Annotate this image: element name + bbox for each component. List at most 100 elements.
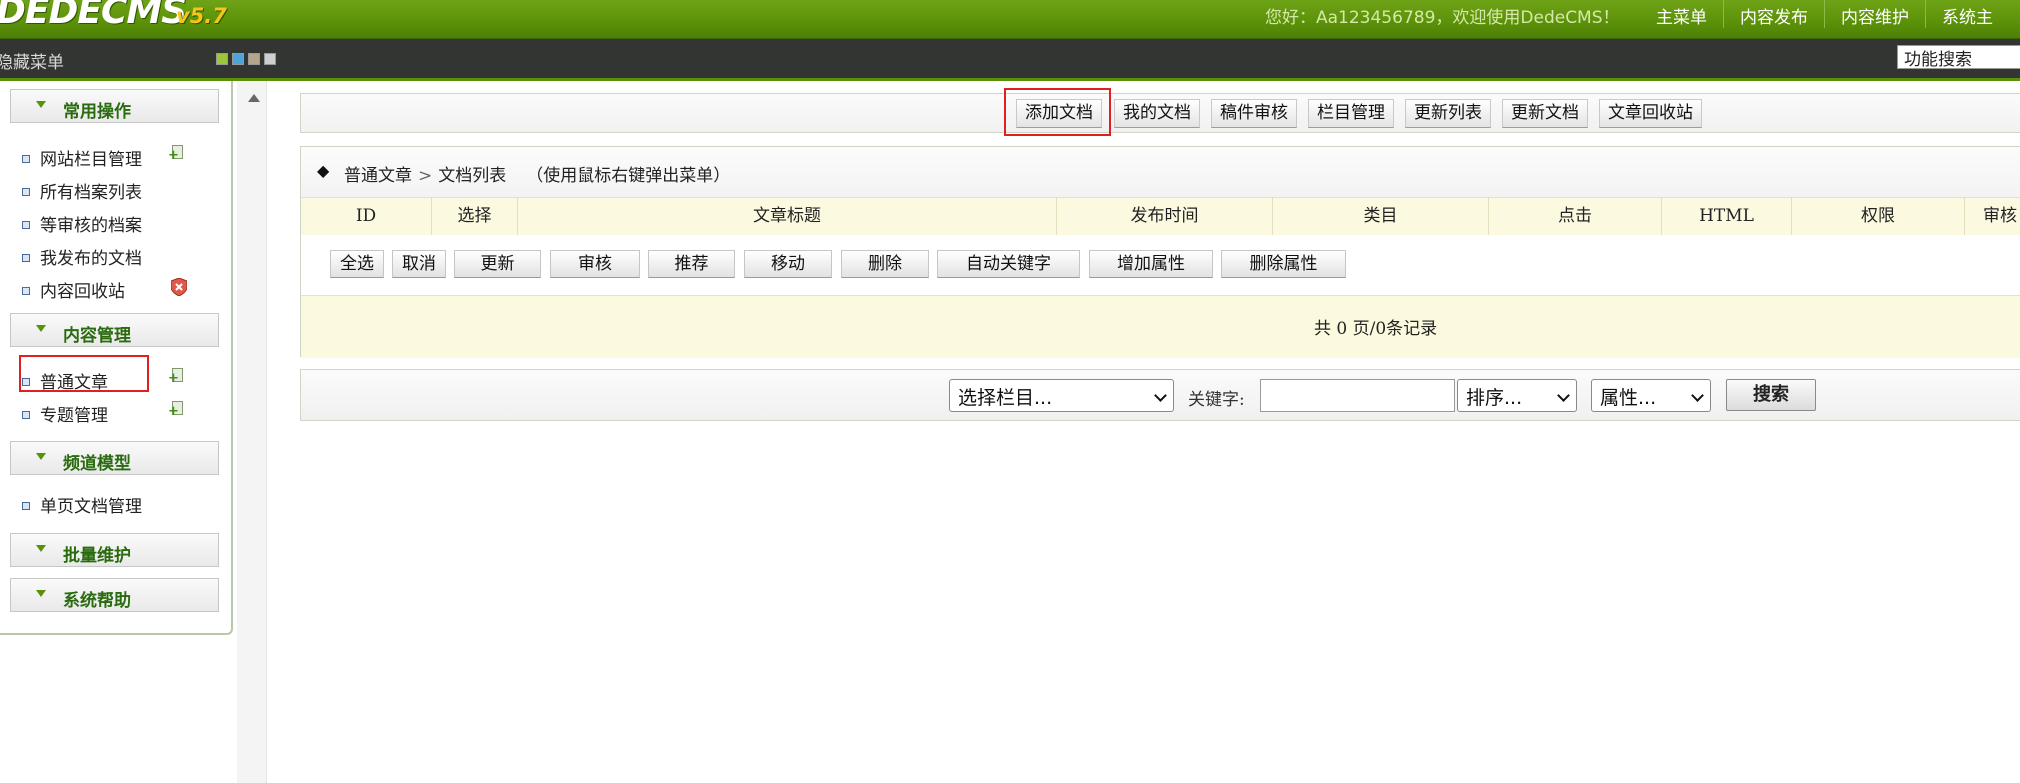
sidebar-item-recycle-bin[interactable]: 内容回收站 [22,277,125,302]
col-review: 审核 [1965,198,2020,235]
chevron-down-icon [36,545,46,552]
sidebar-item-label: 等审核的档案 [40,216,142,236]
diamond-icon: ◆ [317,161,330,180]
sidebar-item-all-archives[interactable]: 所有档案列表 [22,178,142,203]
chevron-down-icon [36,453,46,460]
col-clicks: 点击 [1489,198,1662,235]
pagination-summary: 共 0 页/0条记录 [1314,319,1438,339]
sidebar-group-label: 频道模型 [63,454,131,474]
skin-green-icon[interactable] [216,53,228,65]
shield-icon[interactable] [171,278,187,296]
chevron-down-icon [36,590,46,597]
add-icon[interactable]: + [168,401,184,418]
welcome-message: 您好：Aa123456789，欢迎使用DedeCMS！ [1265,8,1620,28]
breadcrumb-separator: > [418,166,433,186]
update-button[interactable]: 更新 [454,250,541,278]
top-header: DEDECMS v5.7 您好：Aa123456789，欢迎使用DedeCMS！… [0,0,2020,39]
update-document-button[interactable]: 更新文档 [1502,99,1588,128]
sidebar-group-label: 常用操作 [63,102,131,122]
col-permission: 权限 [1792,198,1965,235]
category-select[interactable]: 选择栏目... [949,379,1174,412]
dedecms-logo: DEDECMS [0,0,187,32]
add-icon[interactable]: + [168,145,184,162]
keyword-label: 关键字: [1188,390,1245,410]
hide-menu-link[interactable]: 隐藏菜单 [0,48,64,73]
sidebar-item-label: 我发布的文档 [40,249,142,269]
my-documents-button[interactable]: 我的文档 [1114,99,1200,128]
sidebar-group-label: 系统帮助 [63,591,131,611]
select-all-button[interactable]: 全选 [330,250,384,278]
col-publish-time: 发布时间 [1057,198,1273,235]
manuscript-review-button[interactable]: 稿件审核 [1211,99,1297,128]
remove-attribute-button[interactable]: 删除属性 [1221,250,1346,278]
search-button[interactable]: 搜索 [1726,379,1816,411]
sidebar-item-single-page[interactable]: 单页文档管理 [22,492,142,517]
collapse-up-icon[interactable] [248,94,260,102]
sidebar-item-site-columns[interactable]: 网站栏目管理 [22,145,142,170]
bullet-icon [22,154,30,163]
chevron-down-icon [36,325,46,332]
sub-toolbar: 隐藏菜单 [0,39,2020,81]
skin-brown-icon[interactable] [248,53,260,65]
sidebar-group-channel-model[interactable]: 频道模型 [10,441,219,475]
bullet-icon [22,501,30,510]
order-select-value: 排序... [1466,387,1523,409]
sidebar-item-label: 单页文档管理 [40,497,142,517]
review-button[interactable]: 审核 [550,250,640,278]
sidebar-item-pending-archives[interactable]: 等审核的档案 [22,211,142,236]
skin-blue-icon[interactable] [232,53,244,65]
recommend-button[interactable]: 推荐 [648,250,735,278]
logo-version: v5.7 [176,4,227,28]
sidebar-item-label: 网站栏目管理 [40,150,142,170]
chevron-down-icon [1557,389,1570,402]
top-nav: 主菜单 内容发布 内容维护 系统主 [1640,0,2009,28]
breadcrumb-leaf: 文档列表 [438,166,507,186]
keyword-input[interactable] [1260,379,1455,412]
chevron-down-icon [1691,389,1704,402]
top-nav-main-menu[interactable]: 主菜单 [1640,0,1723,28]
sidebar-item-topic-mgmt[interactable]: 专题管理 [22,401,108,426]
sidebar-item-label: 内容回收站 [40,282,125,302]
col-id: ID [301,198,432,235]
sidebar-group-batch-maintain[interactable]: 批量维护 [10,533,219,567]
move-button[interactable]: 移动 [744,250,832,278]
breadcrumb-root[interactable]: 普通文章 [344,166,412,186]
top-nav-content-publish[interactable]: 内容发布 [1723,0,1824,28]
col-category: 类目 [1273,198,1489,235]
context-menu-hint: （使用鼠标右键弹出菜单） [526,166,731,186]
top-nav-system[interactable]: 系统主 [1925,0,2009,28]
column-mgmt-button[interactable]: 栏目管理 [1308,99,1394,128]
add-attribute-button[interactable]: 增加属性 [1089,250,1213,278]
table-header: ID 选择 文章标题 发布时间 类目 点击 HTML 权限 审核 [301,197,2020,236]
list-title-bar: ◆ 普通文章 > 文档列表 （使用鼠标右键弹出菜单） [301,147,2020,197]
breadcrumb: 普通文章 > 文档列表 （使用鼠标右键弹出菜单） [344,161,730,186]
pagination: 共 0 页/0条记录 [301,295,2020,358]
highlight-box [1004,88,1111,136]
attribute-select-value: 属性... [1600,387,1657,409]
sidebar-item-my-documents[interactable]: 我发布的文档 [22,244,142,269]
sidebar-splitter[interactable] [237,81,267,783]
sidebar-group-system-help[interactable]: 系统帮助 [10,578,219,612]
add-icon[interactable]: + [168,368,184,385]
col-select: 选择 [432,198,518,235]
cancel-selection-button[interactable]: 取消 [392,250,446,278]
skin-gray-icon[interactable] [264,53,276,65]
order-select[interactable]: 排序... [1457,379,1577,412]
chevron-down-icon [1154,389,1167,402]
col-title: 文章标题 [518,198,1057,235]
sidebar-group-common-ops[interactable]: 常用操作 [10,89,219,123]
sidebar-group-content-mgmt[interactable]: 内容管理 [10,313,219,347]
sidebar-item-label: 所有档案列表 [40,183,142,203]
sidebar-item-label: 专题管理 [40,406,108,426]
auto-keyword-button[interactable]: 自动关键字 [937,250,1080,278]
update-list-button[interactable]: 更新列表 [1405,99,1491,128]
article-recycle-button[interactable]: 文章回收站 [1599,99,1702,128]
delete-button[interactable]: 删除 [841,250,929,278]
function-search-input[interactable] [1897,45,2020,69]
attribute-select[interactable]: 属性... [1591,379,1711,412]
bullet-icon [22,220,30,229]
skin-switcher [216,53,276,65]
top-nav-content-maintain[interactable]: 内容维护 [1824,0,1925,28]
bullet-icon [22,253,30,262]
bullet-icon [22,286,30,295]
